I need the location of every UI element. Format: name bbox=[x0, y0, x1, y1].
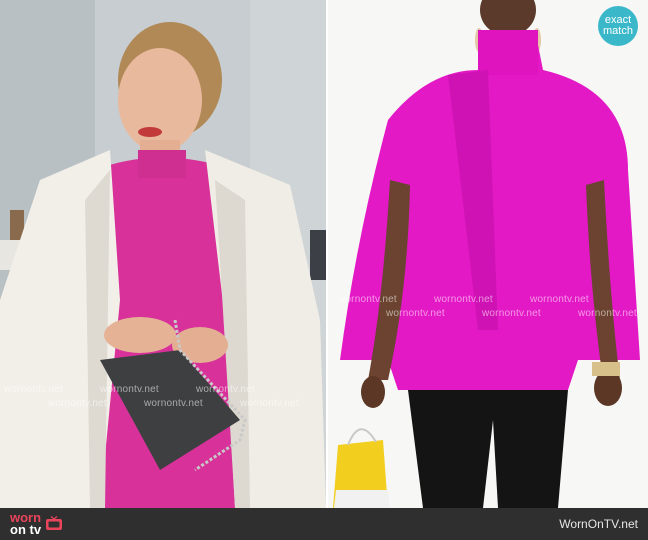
watermark-text: wornontv.net bbox=[386, 308, 445, 319]
watermark-text: wornontv.net bbox=[578, 308, 637, 319]
watermark-text: wornontv.net bbox=[4, 384, 63, 395]
left-photo: wornontv.net wornontv.net wornontv.net w… bbox=[0, 0, 326, 508]
watermark-text: wornontv.net bbox=[196, 384, 255, 395]
watermark-text: wornontv.net bbox=[530, 294, 589, 305]
tv-icon bbox=[46, 516, 63, 530]
watermark-text: wornontv.net bbox=[434, 294, 493, 305]
right-photo: exact match wornontv.net wornontv.net wo… bbox=[328, 0, 648, 508]
watermark-text: wornontv.net bbox=[144, 398, 203, 409]
logo-wordmark: worn on tv bbox=[10, 511, 42, 537]
watermark-text: wornontv.net bbox=[100, 384, 159, 395]
watermark-text: wornontv.net bbox=[48, 398, 107, 409]
footer-bar: worn on tv WornOnTV.net bbox=[0, 508, 648, 540]
watermark-text: wornontv.net bbox=[482, 308, 541, 319]
watermark-text: wornontv.net bbox=[240, 398, 299, 409]
badge-line-2: match bbox=[603, 25, 633, 37]
site-name[interactable]: WornOnTV.net bbox=[559, 517, 638, 531]
exact-match-badge[interactable]: exact match bbox=[598, 6, 638, 46]
logo-line-2: on tv bbox=[10, 522, 42, 537]
site-logo[interactable]: worn on tv bbox=[10, 511, 63, 537]
watermark-text: wornontv.net bbox=[338, 294, 397, 305]
